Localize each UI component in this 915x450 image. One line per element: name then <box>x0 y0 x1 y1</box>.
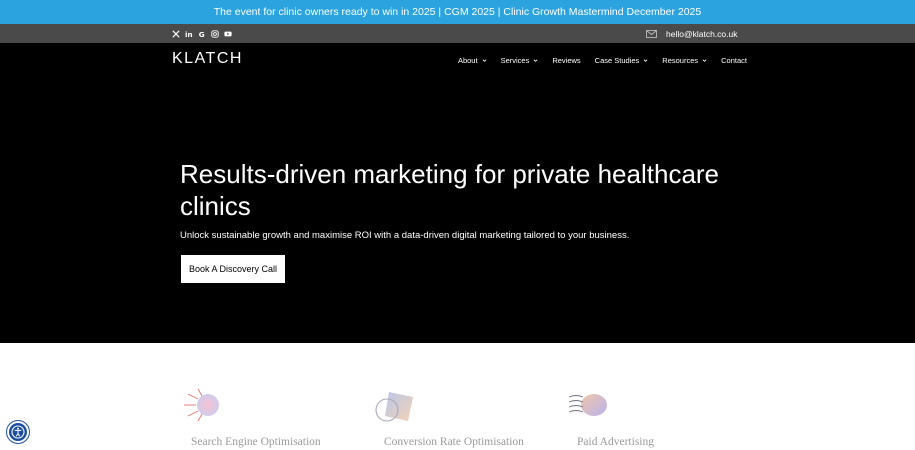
seo-burst-icon <box>184 388 219 422</box>
nav-item-reviews[interactable]: Reviews <box>552 56 580 65</box>
nav-label: Reviews <box>552 56 581 65</box>
chevron-down-icon <box>702 59 707 62</box>
hero-subheadline: Unlock sustainable growth and maximise R… <box>180 230 630 241</box>
main-nav: About Services Reviews Case Studies Reso… <box>458 56 747 65</box>
svg-text:G: G <box>199 30 205 38</box>
nav-label: Case Studies <box>594 56 640 65</box>
book-discovery-call-button[interactable]: Book A Discovery Call <box>181 255 285 283</box>
service-card-paid-ads[interactable]: Paid Advertising <box>568 388 738 448</box>
nav-label: Services <box>500 56 530 65</box>
service-label: Conversion Rate Optimisation <box>384 436 524 448</box>
service-card-cro[interactable]: Conversion Rate Optimisation <box>375 388 545 448</box>
email-link[interactable]: hello@klatch.co.uk <box>666 29 737 39</box>
nav-item-services[interactable]: Services <box>501 56 539 65</box>
social-links: in G <box>172 24 232 43</box>
nav-label: About <box>457 56 478 65</box>
nav-item-contact[interactable]: Contact <box>721 56 747 65</box>
email-contact[interactable]: hello@klatch.co.uk <box>646 24 737 43</box>
instagram-icon[interactable] <box>211 29 219 38</box>
service-card-seo[interactable]: Search Engine Optimisation <box>182 388 352 448</box>
nav-label: Contact <box>721 56 747 65</box>
youtube-icon[interactable] <box>224 30 232 38</box>
paid-ads-icon <box>568 394 607 416</box>
chevron-down-icon <box>643 59 648 62</box>
services-section: Search Engine Optimisation Conversion Ra… <box>0 343 915 450</box>
nav-item-resources[interactable]: Resources <box>662 56 707 65</box>
chevron-down-icon <box>533 59 538 62</box>
hero-headline: Results-driven marketing for private hea… <box>180 159 720 221</box>
x-icon[interactable] <box>172 29 180 38</box>
accessibility-button[interactable] <box>7 421 29 443</box>
hero-section: KLATCH About Services Reviews Case Studi… <box>0 43 915 343</box>
site-logo[interactable]: KLATCH <box>172 50 243 68</box>
service-label: Search Engine Optimisation <box>191 436 321 448</box>
chevron-down-icon <box>482 59 487 62</box>
accessibility-icon <box>11 425 25 439</box>
cro-prism-icon <box>375 392 413 422</box>
linkedin-icon[interactable]: in <box>185 30 193 38</box>
announcement-text[interactable]: The event for clinic owners ready to win… <box>214 6 702 18</box>
utility-bar: in G hello@klatch.co.uk <box>0 24 915 43</box>
google-icon[interactable]: G <box>198 30 206 38</box>
service-label: Paid Advertising <box>577 436 654 448</box>
nav-item-case-studies[interactable]: Case Studies <box>595 56 649 65</box>
nav-label: Resources <box>662 56 699 65</box>
announcement-bar[interactable]: The event for clinic owners ready to win… <box>0 0 915 24</box>
nav-item-about[interactable]: About <box>458 56 487 65</box>
svg-text:in: in <box>185 30 193 38</box>
envelope-icon <box>646 29 657 38</box>
